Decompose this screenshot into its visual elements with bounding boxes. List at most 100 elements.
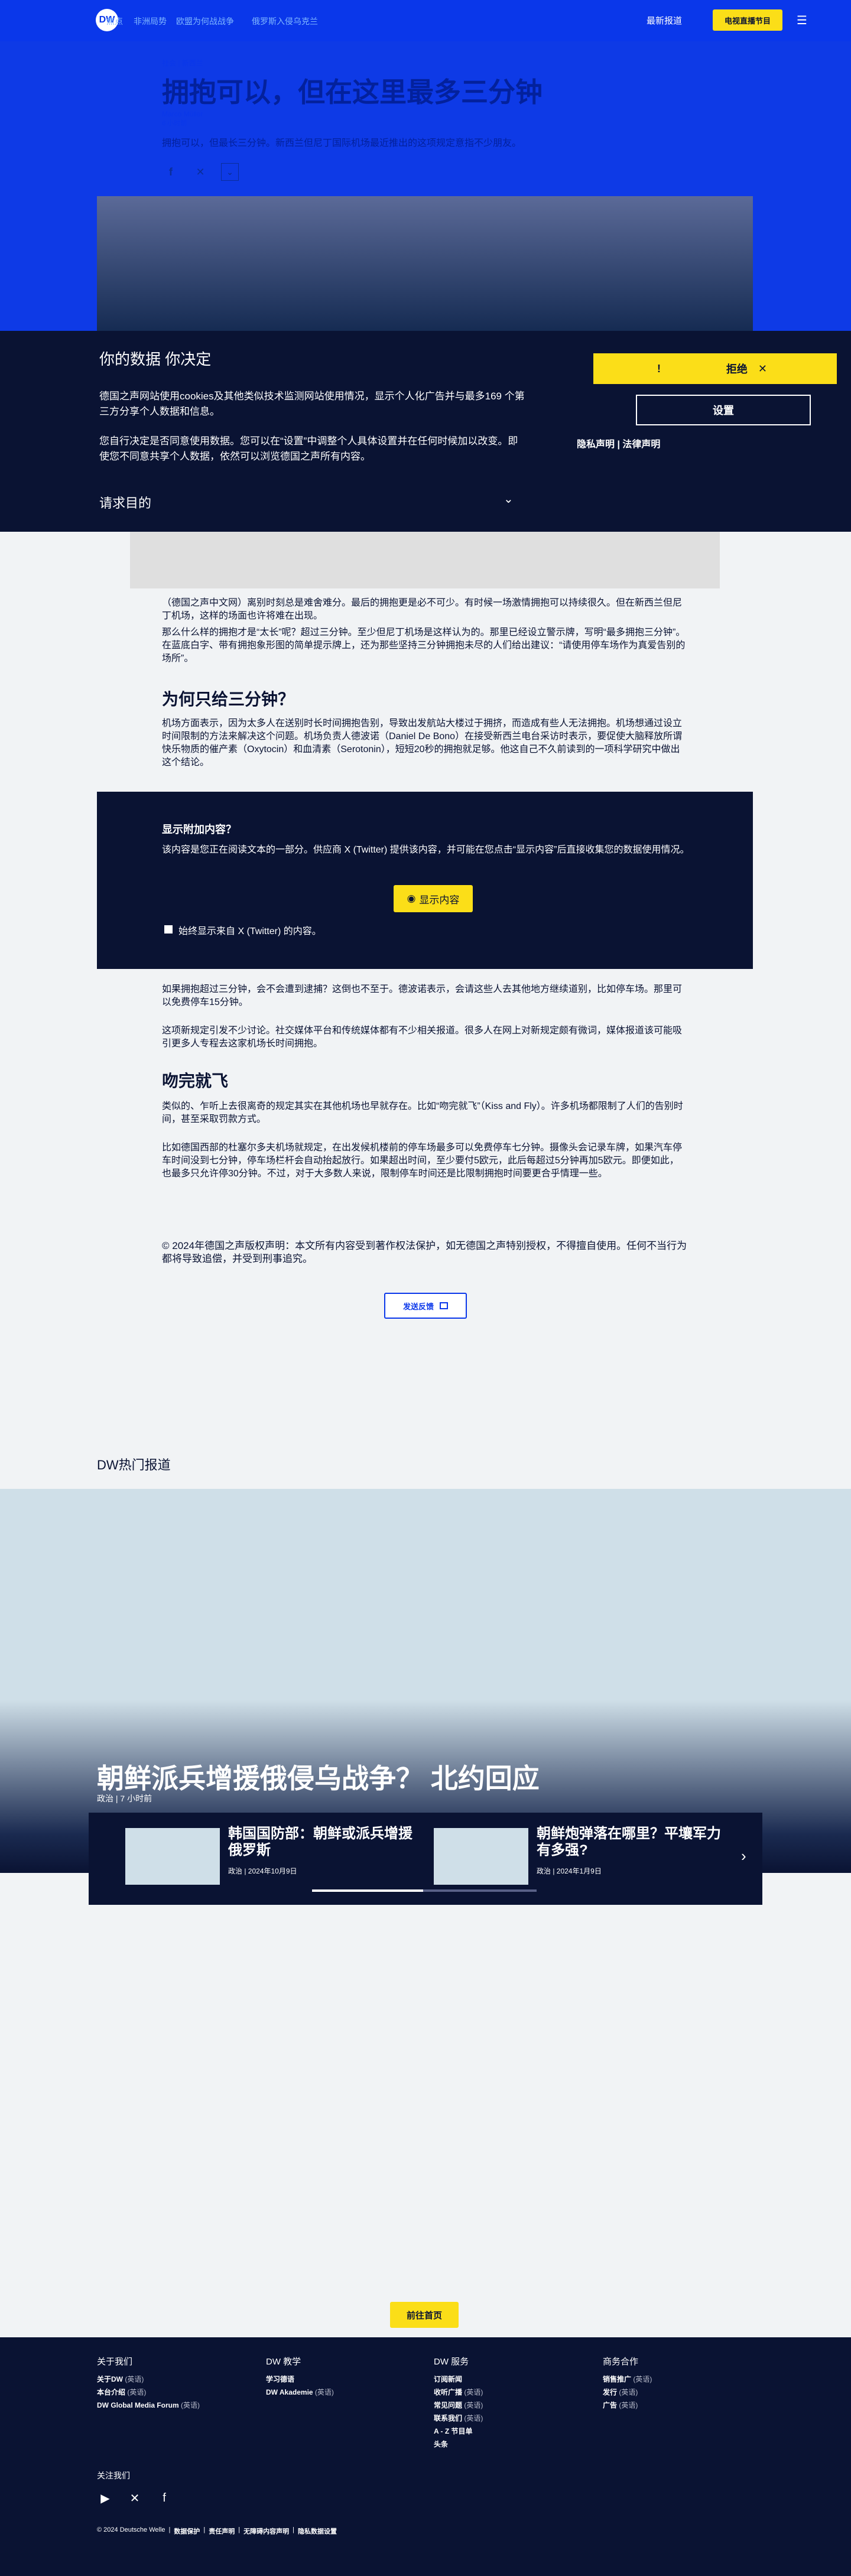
- x-icon[interactable]: ✕: [126, 2490, 143, 2506]
- embed-description: 该内容是您正在阅读文本的一部分。供应商 X (Twitter) 提供该内容，并可…: [162, 845, 690, 855]
- link-tag: (英语): [464, 2401, 483, 2409]
- carousel-progress-active: [312, 1889, 423, 1892]
- nav-link-eu[interactable]: 欧盟为何战战争: [176, 15, 234, 26]
- card-meta: 政治 | 2024年10月9日: [228, 1867, 297, 1875]
- image-placeholder: [130, 532, 720, 588]
- link-tag: (英语): [314, 2388, 334, 2396]
- link-tag: (英语): [633, 2375, 652, 2383]
- related-hero-title[interactable]: 朝鲜派兵增援俄侵乌战争？ 北约回应: [97, 1757, 540, 1796]
- footer-column-learning: DW 教学 学习德语 DW Akademie (英语): [266, 2355, 334, 2399]
- feedback-label: 发送反馈: [402, 1302, 434, 1311]
- publish-time: 6 小时前: [162, 120, 187, 127]
- footer-link[interactable]: 销售推广 (英语): [603, 2373, 652, 2386]
- legal-link[interactable]: 责任声明: [209, 2526, 235, 2536]
- footer-link[interactable]: DW Global Media Forum (英语): [97, 2399, 200, 2412]
- x-icon[interactable]: ✕: [191, 163, 209, 181]
- paragraph: 类似的、乍听上去很离奇的规定其实在其他机场也早就存在。比如“吻完就飞”（Kiss…: [162, 1101, 683, 1124]
- facebook-icon[interactable]: f: [156, 2490, 173, 2506]
- link-tag: (英语): [127, 2388, 147, 2396]
- legal-link[interactable]: 数据保护: [174, 2526, 200, 2536]
- link-text: 学习德语: [266, 2375, 295, 2383]
- section-title: DW热门报道: [97, 1458, 171, 1472]
- nav-link-ukraine[interactable]: 俄罗斯入侵乌克兰: [252, 15, 318, 26]
- chevron-down-icon[interactable]: ⌄: [221, 163, 239, 181]
- footer-link[interactable]: 收听广播 (英语): [434, 2386, 483, 2399]
- footer-link[interactable]: 常见问题 (英语): [434, 2399, 483, 2412]
- feedback-button[interactable]: 发送反馈: [384, 1293, 467, 1319]
- footer-link[interactable]: 广告 (英语): [603, 2399, 652, 2412]
- privacy-links[interactable]: 隐私声明 | 法律声明: [577, 436, 660, 450]
- card-image[interactable]: [125, 1828, 220, 1885]
- embed-title: 显示附加内容？: [162, 824, 236, 835]
- footer-link[interactable]: 学习德语: [266, 2373, 334, 2386]
- footer-link[interactable]: 订阅新闻: [434, 2373, 483, 2386]
- link-text: 联系我们: [434, 2414, 463, 2422]
- reject-button[interactable]: ! 拒绝 ✕: [593, 353, 837, 384]
- latest-news-link[interactable]: 最新报道: [647, 14, 682, 27]
- paragraph: 比如德国西部的杜塞尔多夫机场就规定，在出发候机楼前的停车场最多可以免费停车七分钟…: [162, 1143, 683, 1179]
- section-heading: 为何只给三分钟？: [162, 690, 295, 708]
- link-tag: (英语): [464, 2388, 483, 2396]
- share-bar: f ✕ ⌄: [162, 163, 239, 181]
- cookie-purpose-toggle[interactable]: 请求目的: [99, 493, 151, 512]
- footer-link[interactable]: 本台介绍 (英语): [97, 2386, 200, 2399]
- link-text: 收听广播: [434, 2388, 463, 2396]
- chevron-down-icon[interactable]: ⌄: [504, 492, 514, 506]
- facebook-icon[interactable]: f: [162, 163, 180, 181]
- link-text: 广告: [603, 2401, 618, 2409]
- link-text: A - Z 节目单: [434, 2427, 473, 2435]
- author[interactable]: Marco Müller: [162, 110, 203, 118]
- card-title[interactable]: 朝鲜炮弹落在哪里？平壤军力有多强?: [537, 1826, 726, 1859]
- youtube-icon[interactable]: ▶: [97, 2490, 113, 2506]
- footer-heading: DW 服务: [434, 2357, 469, 2367]
- legal-links: © 2024 Deutsche Welle | 数据保护 | 责任声明 | 无障碍内容…: [97, 2526, 337, 2536]
- card-title[interactable]: 韩国国防部：朝鲜或派兵增援俄罗斯: [228, 1826, 417, 1859]
- nav-link-africa[interactable]: 非洲局势: [134, 15, 167, 26]
- link-tag: (英语): [464, 2414, 483, 2422]
- follow-us-label: 关注我们: [97, 2471, 130, 2480]
- footer-heading: DW 教学: [266, 2357, 301, 2367]
- nav-link-focus[interactable]: 焦点: [106, 15, 123, 26]
- link-tag: (英语): [125, 2375, 144, 2383]
- footer-link[interactable]: A - Z 节目单: [434, 2425, 483, 2438]
- chevron-right-icon[interactable]: ›: [741, 1847, 746, 1865]
- footer-link[interactable]: 关于DW (英语): [97, 2373, 200, 2386]
- show-content-label: 显示内容: [419, 894, 460, 906]
- cookie-title: 你的数据 你决定: [99, 350, 212, 368]
- teaser: 拥抱可以，但最长三分钟。新西兰但尼丁国际机场最近推出的这项规定意指不少朋友。: [162, 138, 522, 148]
- footer-link[interactable]: 发行 (英语): [603, 2386, 652, 2399]
- footer-column-business: 商务合作 销售推广 (英语) 发行 (英语) 广告 (英语): [603, 2355, 652, 2412]
- reject-label: 拒绝: [726, 363, 748, 375]
- link-text: 本台介绍: [97, 2388, 126, 2396]
- card-image[interactable]: [434, 1828, 528, 1885]
- link-text: 关于DW: [97, 2375, 123, 2383]
- warning-icon: !: [657, 362, 661, 375]
- to-home-label: 前往首页: [406, 2310, 442, 2321]
- footer-link[interactable]: 联系我们 (英语): [434, 2412, 483, 2425]
- footer-column-about: 关于我们 关于DW (英语) 本台介绍 (英语) DW Global Media…: [97, 2355, 200, 2412]
- tv-live-button[interactable]: 电视直播节目: [713, 9, 782, 31]
- footer-link[interactable]: DW Akademie (英语): [266, 2386, 334, 2399]
- close-icon: ✕: [758, 362, 767, 375]
- always-show-checkbox[interactable]: [164, 925, 173, 934]
- link-text: DW Akademie: [266, 2388, 313, 2396]
- card-meta: 政治 | 2024年1月9日: [537, 1867, 602, 1875]
- copyright-footer: © 2024 Deutsche Welle: [97, 2526, 165, 2533]
- link-text: 发行: [603, 2388, 618, 2396]
- link-tag: (英语): [619, 2388, 638, 2396]
- show-content-button[interactable]: ◉ 显示内容: [394, 885, 473, 912]
- link-tag: (英语): [619, 2401, 638, 2409]
- cookie-text-2: 您自行决定是否同意使用数据。您可以在“设置”中调整个人具体设置并在任何时候加以改…: [99, 435, 518, 462]
- settings-label: 设置: [713, 405, 734, 417]
- menu-icon[interactable]: ☰: [797, 13, 808, 27]
- to-home-button[interactable]: 前往首页: [390, 2302, 459, 2328]
- footer-link[interactable]: 头条: [434, 2438, 483, 2451]
- paragraph: 如果拥抱超过三分钟，会不会遭到逮捕？这倒也不至于。德波诺表示，会请这些人去其他地…: [162, 984, 683, 1007]
- legal-link[interactable]: 隐私数据设置: [298, 2526, 337, 2536]
- breadcrumb[interactable]: 社会 | 新西兰: [162, 58, 203, 68]
- settings-button[interactable]: 设置: [636, 395, 811, 425]
- paragraph: （德国之声中文网）离别时刻总是难舍难分。最后的拥抱更是必不可少。有时候一场激情拥…: [162, 598, 683, 621]
- section-heading: 吻完就飞: [162, 1072, 229, 1090]
- tv-live-label: 电视直播节目: [724, 16, 771, 25]
- legal-link[interactable]: 无障碍内容声明: [243, 2526, 289, 2536]
